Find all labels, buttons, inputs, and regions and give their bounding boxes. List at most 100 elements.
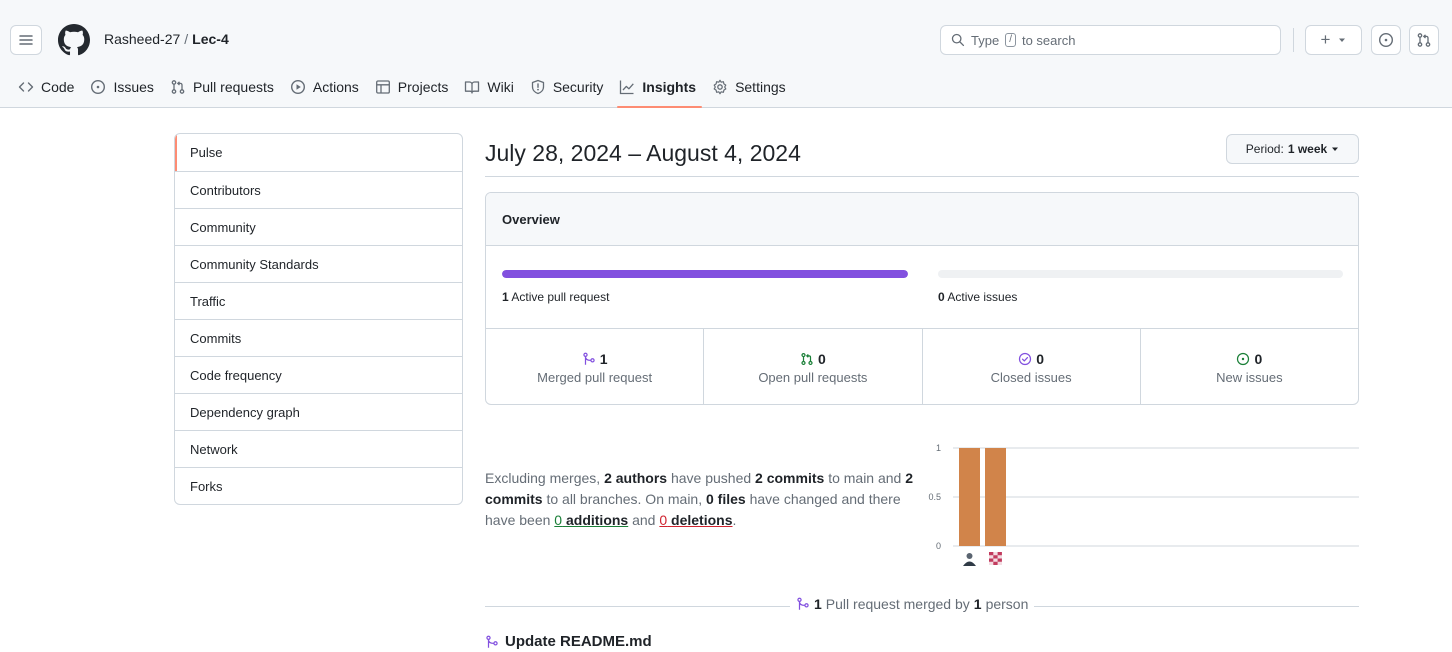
sidebar-item-forks[interactable]: Forks bbox=[175, 467, 462, 504]
tab-label: Insights bbox=[642, 79, 697, 95]
summary-text: . bbox=[732, 512, 737, 528]
summary-text: Excluding merges, bbox=[485, 470, 601, 486]
code-icon bbox=[18, 82, 34, 92]
page-title: July 28, 2024 – August 4, 2024 bbox=[485, 140, 801, 166]
summary-text: to main and bbox=[828, 470, 902, 486]
active-prs-label: 1 Active pull request bbox=[502, 290, 609, 304]
deletions-word: deletions bbox=[671, 512, 733, 528]
insights-sidebar: Pulse Contributors Community Community S… bbox=[174, 133, 463, 505]
git-pull-request-icon bbox=[1417, 33, 1431, 47]
sidebar-item-community[interactable]: Community bbox=[175, 208, 462, 245]
tab-security[interactable]: Security bbox=[530, 70, 612, 104]
issue-opened-icon bbox=[1378, 32, 1394, 48]
git-merge-icon bbox=[486, 635, 498, 648]
stat-open-prs[interactable]: 0 Open pull requests bbox=[703, 329, 921, 404]
stat-value: 0 bbox=[817, 350, 826, 367]
active-prs-bar[interactable] bbox=[502, 270, 908, 278]
stat-label: New issues bbox=[1216, 369, 1283, 385]
merged-count: 1 bbox=[814, 596, 822, 612]
search-placeholder-suffix: to search bbox=[1021, 32, 1076, 48]
period-prefix: Period: bbox=[1245, 142, 1284, 156]
overview-stats: 1 Merged pull request 0 Open pull reques… bbox=[486, 329, 1358, 404]
sidebar-item-contributors[interactable]: Contributors bbox=[175, 171, 462, 208]
tab-projects[interactable]: Projects bbox=[375, 70, 457, 104]
git-pull-request-icon bbox=[171, 80, 185, 94]
title-divider bbox=[485, 176, 1359, 177]
sidebar-item-community-standards[interactable]: Community Standards bbox=[175, 245, 462, 282]
tab-insights[interactable]: Insights bbox=[617, 70, 704, 108]
search-placeholder-prefix: Type bbox=[971, 32, 1000, 48]
summary-text: to all branches. On main, bbox=[546, 491, 703, 507]
issue-opened-icon bbox=[1237, 352, 1250, 365]
issue-opened-icon bbox=[91, 79, 106, 95]
merged-caption: 1 Pull request merged by 1 person bbox=[790, 596, 1035, 612]
stat-value: 1 bbox=[599, 350, 608, 367]
chart-bar[interactable] bbox=[959, 448, 980, 546]
breadcrumb: Rasheed-27/Lec-4 bbox=[104, 31, 229, 47]
tab-issues[interactable]: Issues bbox=[90, 70, 161, 104]
period-select-button[interactable]: Period: 1 week bbox=[1226, 134, 1359, 164]
deletions-link[interactable]: 0 deletions bbox=[659, 512, 732, 528]
gear-icon bbox=[713, 79, 727, 95]
overview-heading: Overview bbox=[486, 193, 1358, 246]
repo-tabs: Code Issues Pull requests Actions Projec… bbox=[0, 70, 802, 108]
author-avatar-icon[interactable] bbox=[963, 553, 976, 566]
create-new-button[interactable]: + bbox=[1305, 25, 1362, 55]
tab-actions[interactable]: Actions bbox=[290, 70, 367, 104]
active-issues-label: 0 Active issues bbox=[938, 290, 1017, 304]
merged-pr-title: Update README.md bbox=[505, 633, 652, 650]
hamburger-icon bbox=[19, 35, 33, 45]
active-issues-bar[interactable] bbox=[938, 270, 1343, 278]
git-pull-request-icon bbox=[801, 352, 813, 365]
summary-text: and bbox=[632, 512, 656, 528]
chart-y-tick-label: 0 bbox=[936, 541, 941, 551]
breadcrumb-separator: / bbox=[184, 31, 189, 47]
shield-icon bbox=[531, 79, 544, 95]
tab-pull-requests[interactable]: Pull requests bbox=[170, 70, 282, 104]
stat-value: 0 bbox=[1036, 350, 1045, 367]
stat-value: 0 bbox=[1254, 350, 1263, 367]
global-header: Rasheed-27/Lec-4 Type / to search + Code… bbox=[0, 0, 1452, 108]
commits-by-author-chart: 00.51 bbox=[928, 443, 1359, 566]
play-icon bbox=[290, 79, 305, 95]
tab-label: Pull requests bbox=[192, 79, 274, 95]
stat-closed-issues[interactable]: 0 Closed issues bbox=[921, 329, 1140, 404]
stat-label: Closed issues bbox=[990, 369, 1072, 385]
stat-new-issues[interactable]: 0 New issues bbox=[1139, 329, 1358, 404]
pull-requests-button[interactable] bbox=[1409, 25, 1439, 55]
sidebar-item-pulse[interactable]: Pulse bbox=[175, 134, 462, 171]
github-logo-icon[interactable] bbox=[58, 24, 90, 56]
sidebar-item-dependency-graph[interactable]: Dependency graph bbox=[175, 393, 462, 430]
active-prs-bar-fill bbox=[502, 270, 908, 278]
sidebar-item-network[interactable]: Network bbox=[175, 430, 462, 467]
sidebar-item-commits[interactable]: Commits bbox=[175, 319, 462, 356]
tab-label: Code bbox=[41, 79, 75, 95]
author-avatar-icon[interactable] bbox=[989, 552, 1002, 565]
sidebar-item-traffic[interactable]: Traffic bbox=[175, 282, 462, 319]
repo-link[interactable]: Lec-4 bbox=[192, 31, 229, 47]
active-prs-text: Active pull request bbox=[511, 290, 610, 304]
tab-code[interactable]: Code bbox=[18, 70, 82, 104]
sidebar-item-code-frequency[interactable]: Code frequency bbox=[175, 356, 462, 393]
owner-link[interactable]: Rasheed-27 bbox=[104, 31, 180, 47]
triangle-down-icon bbox=[1339, 38, 1346, 42]
stat-merged-prs[interactable]: 1 Merged pull request bbox=[486, 329, 703, 404]
additions-count: 0 bbox=[554, 512, 563, 528]
chart-bar[interactable] bbox=[985, 448, 1006, 546]
tab-label: Issues bbox=[113, 79, 154, 95]
tab-label: Wiki bbox=[487, 79, 514, 95]
merged-pr-link[interactable]: Update README.md bbox=[485, 633, 652, 650]
merged-text: Pull request merged by bbox=[825, 596, 970, 612]
search-input[interactable]: Type / to search bbox=[940, 25, 1281, 55]
tab-label: Projects bbox=[397, 79, 449, 95]
summary-files: 0 files bbox=[706, 491, 746, 507]
summary-authors: 2 authors bbox=[604, 470, 668, 486]
additions-link[interactable]: 0 additions bbox=[554, 512, 628, 528]
tab-settings[interactable]: Settings bbox=[712, 70, 794, 104]
tab-wiki[interactable]: Wiki bbox=[464, 70, 521, 104]
triangle-down-icon bbox=[1332, 147, 1339, 151]
stat-label: Open pull requests bbox=[758, 369, 868, 385]
issues-button[interactable] bbox=[1371, 25, 1401, 55]
merged-text: person bbox=[985, 596, 1029, 612]
menu-button[interactable] bbox=[10, 25, 42, 55]
